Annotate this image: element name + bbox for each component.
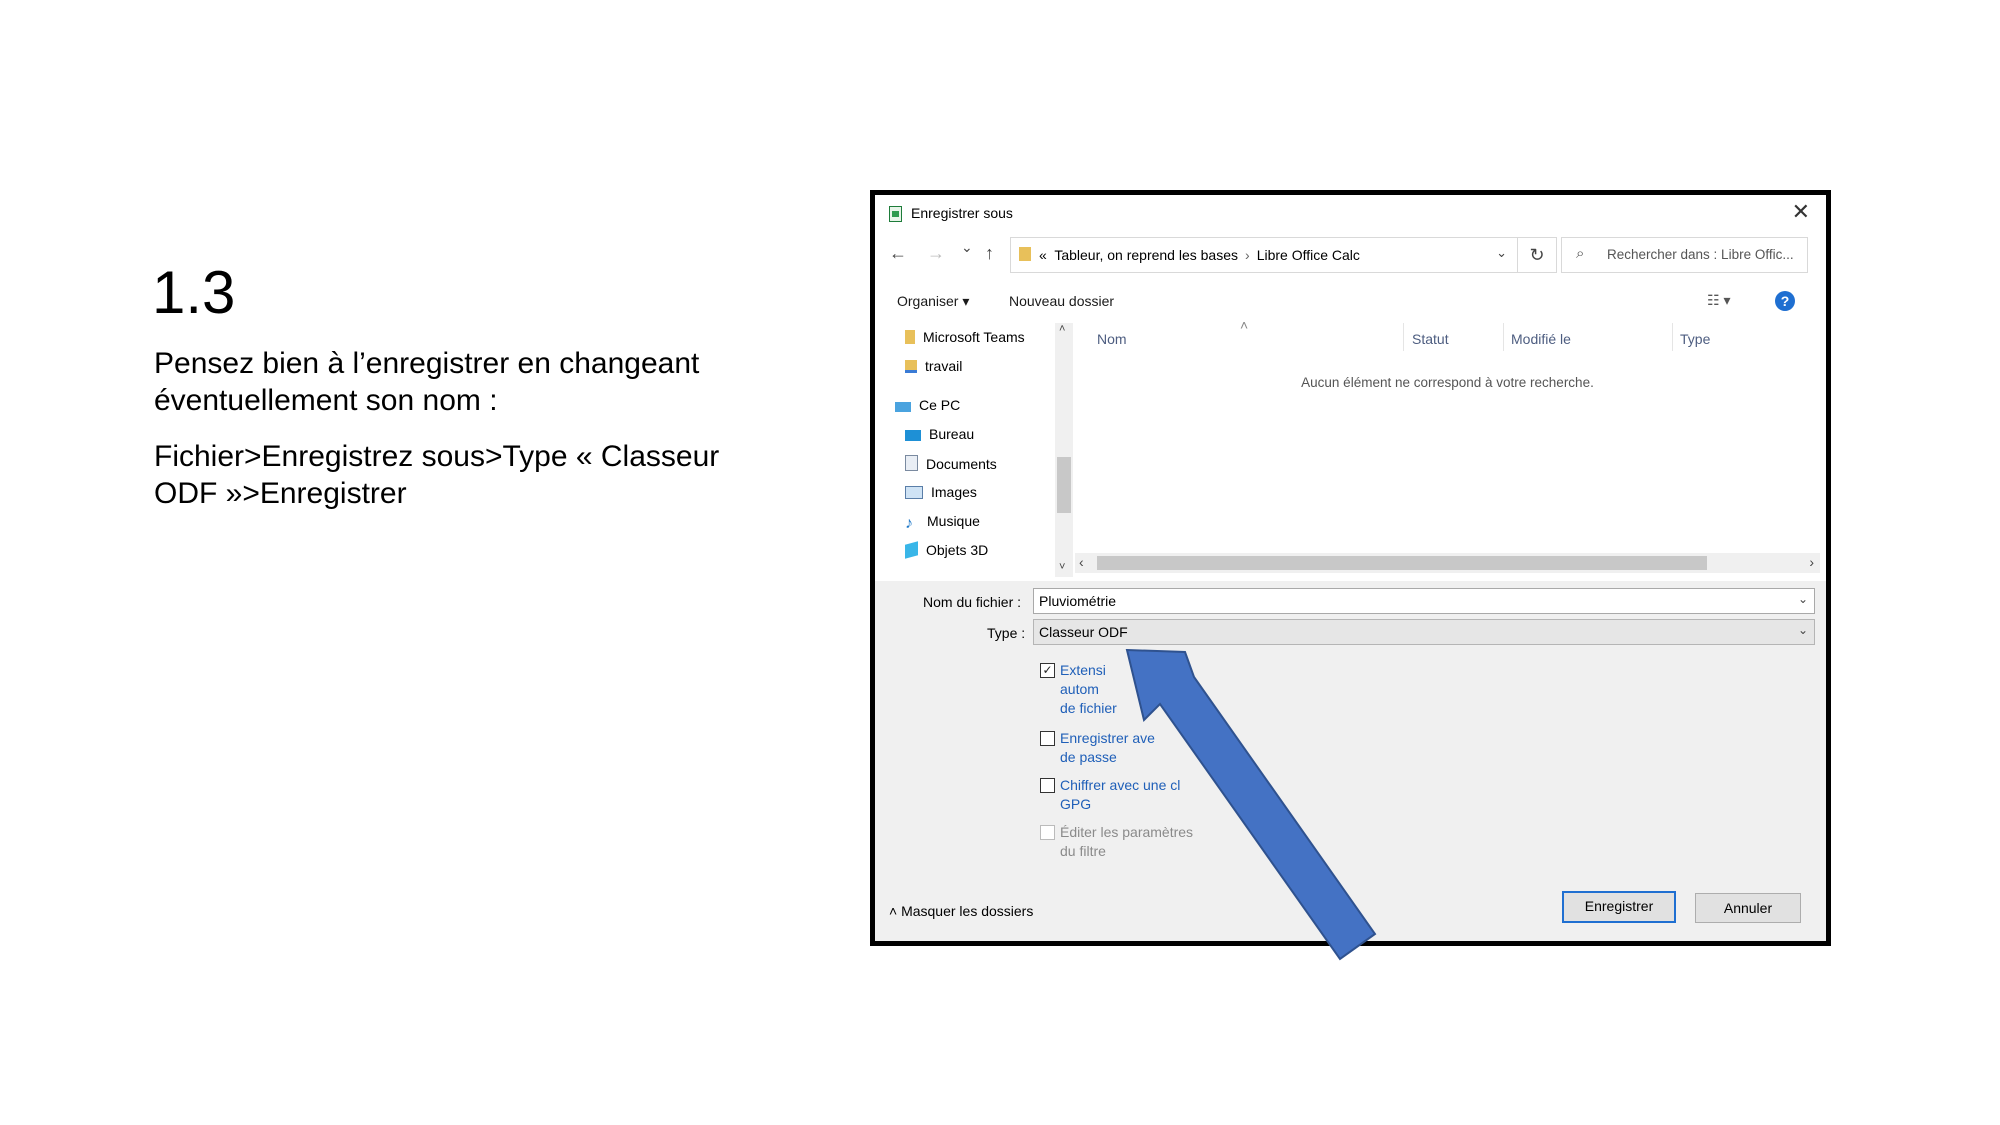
navigation-pane: Microsoft Teams travail Ce PC Bureau Doc… (875, 323, 1065, 579)
search-icon: ⌕ (1576, 245, 1585, 262)
up-arrow-icon[interactable]: ↑ (985, 243, 994, 264)
navigation-row: ← → ⌄ ↑ « Tableur, on reprend les bases ›… (875, 237, 1826, 273)
forward-arrow-icon[interactable]: → (927, 243, 945, 264)
filename-label: Nom du fichier : (923, 594, 1022, 610)
breadcrumb-overflow[interactable]: « (1039, 247, 1047, 263)
search-input[interactable]: ⌕ Rechercher dans : Libre Offic... (1561, 237, 1808, 273)
back-arrow-icon[interactable]: ← (889, 243, 907, 264)
close-icon[interactable]: ✕ (1792, 199, 1810, 225)
slide-instruction-2: Fichier>Enregistrez sous>Type « Classeur… (154, 440, 720, 510)
column-divider[interactable] (1672, 323, 1673, 351)
nav-item-bureau[interactable]: Bureau (905, 426, 974, 442)
save-as-dialog: Enregistrer sous ✕ ← → ⌄ ↑ « Tableur, on… (875, 195, 1826, 941)
save-button[interactable]: Enregistrer (1562, 891, 1676, 923)
refresh-icon[interactable]: ↻ (1517, 237, 1557, 273)
checkbox-unchecked[interactable] (1040, 731, 1055, 746)
shared-folder-icon (905, 360, 917, 373)
scroll-up-icon[interactable]: ˄ (1059, 323, 1065, 335)
nav-item-microsoft-teams[interactable]: Microsoft Teams (905, 329, 1025, 345)
checkbox-unchecked[interactable] (1040, 778, 1055, 793)
nav-item-objets-3d[interactable]: Objets 3D (905, 541, 988, 559)
type-select[interactable]: Classeur ODF ⌄ (1033, 619, 1815, 645)
nav-item-images[interactable]: Images (905, 484, 977, 500)
documents-icon (905, 455, 918, 471)
breadcrumb: « Tableur, on reprend les bases › Libre Of… (1039, 247, 1360, 263)
column-header-name[interactable]: Nom (1097, 331, 1127, 347)
file-list: Nom ˄ Statut Modifié le Type Aucun éléme… (1075, 317, 1820, 577)
option-password[interactable]: Enregistrer ave de passe (1040, 729, 1155, 767)
column-divider[interactable] (1503, 323, 1504, 351)
recent-locations-chevron-icon[interactable]: ⌄ (961, 239, 973, 256)
slide-instruction-1: Pensez bien à l’enregistrer en changeant… (154, 347, 700, 417)
sort-ascending-icon: ˄ (1240, 317, 1249, 333)
hide-folders-toggle[interactable]: ˄ Masquer les dossiers (889, 903, 1033, 919)
cancel-button[interactable]: Annuler (1695, 893, 1801, 923)
chevron-down-icon[interactable]: ⌄ (1798, 592, 1808, 606)
scroll-down-icon[interactable]: ˅ (1059, 561, 1065, 573)
music-icon: ♪ (905, 515, 913, 532)
column-header-modified[interactable]: Modifié le (1511, 331, 1571, 347)
option-gpg-encrypt[interactable]: Chiffrer avec une cl GPG (1040, 776, 1180, 814)
chevron-right-icon: › (1245, 247, 1250, 263)
nav-item-documents[interactable]: Documents (905, 455, 997, 472)
empty-message: Aucun élément ne correspond à votre rech… (1301, 375, 1594, 390)
slide-title: 1.3 (152, 259, 236, 326)
column-header-status[interactable]: Statut (1412, 331, 1449, 347)
scroll-left-icon[interactable]: ‹ (1079, 554, 1084, 570)
address-bar[interactable]: « Tableur, on reprend les bases › Libre Of… (1010, 237, 1518, 273)
nav-item-ce-pc[interactable]: Ce PC (895, 397, 960, 413)
folder-icon (905, 330, 915, 344)
desktop-icon (905, 430, 921, 441)
type-value[interactable]: Classeur ODF (1039, 624, 1128, 640)
view-options-icon[interactable]: ☷ ▾ (1707, 292, 1730, 309)
scroll-right-icon[interactable]: › (1809, 554, 1814, 570)
organize-button[interactable]: Organiser ▾ (897, 293, 969, 310)
horizontal-scrollbar[interactable]: ‹ › (1075, 553, 1820, 573)
scrollbar-thumb[interactable] (1057, 457, 1071, 513)
calc-document-icon (889, 206, 902, 222)
chevron-down-icon[interactable]: ⌄ (1798, 623, 1808, 637)
option-auto-extension[interactable]: ✓ Extensi autom nom de fichier (1040, 661, 1165, 718)
images-icon (905, 486, 923, 499)
nav-item-travail[interactable]: travail (905, 358, 962, 374)
nav-item-musique[interactable]: ♪ Musique (905, 513, 980, 532)
column-header-type[interactable]: Type (1680, 331, 1710, 347)
chevron-down-icon[interactable]: ⌄ (1496, 245, 1507, 261)
navigation-pane-scrollbar[interactable]: ˄ ˅ (1055, 323, 1073, 577)
column-divider[interactable] (1403, 323, 1404, 351)
dialog-titlebar: Enregistrer sous ✕ (875, 195, 1826, 229)
toolbar: Organiser ▾ Nouveau dossier ☷ ▾ ? (875, 283, 1826, 319)
dialog-title: Enregistrer sous (911, 205, 1013, 221)
new-folder-button[interactable]: Nouveau dossier (1009, 293, 1114, 309)
option-edit-filter: Éditer les paramètres du filtre (1040, 823, 1193, 861)
search-placeholder: Rechercher dans : Libre Offic... (1607, 247, 1794, 262)
filename-field[interactable]: Pluviométrie ⌄ (1033, 588, 1815, 614)
scrollbar-thumb[interactable] (1097, 556, 1707, 570)
filename-value[interactable]: Pluviométrie (1039, 593, 1116, 609)
dialog-screenshot-frame: Enregistrer sous ✕ ← → ⌄ ↑ « Tableur, on… (870, 190, 1831, 946)
3d-objects-icon (905, 541, 918, 559)
save-options-panel: Nom du fichier : Pluviométrie ⌄ Type : C… (875, 581, 1826, 941)
pc-icon (895, 402, 911, 412)
folder-icon (1019, 247, 1031, 261)
checkbox-disabled (1040, 825, 1055, 840)
breadcrumb-item-parent[interactable]: Tableur, on reprend les bases (1054, 247, 1238, 263)
type-label: Type : (987, 625, 1026, 641)
help-icon[interactable]: ? (1775, 291, 1795, 311)
breadcrumb-item-current[interactable]: Libre Office Calc (1257, 247, 1360, 263)
checkbox-checked[interactable]: ✓ (1040, 663, 1055, 678)
